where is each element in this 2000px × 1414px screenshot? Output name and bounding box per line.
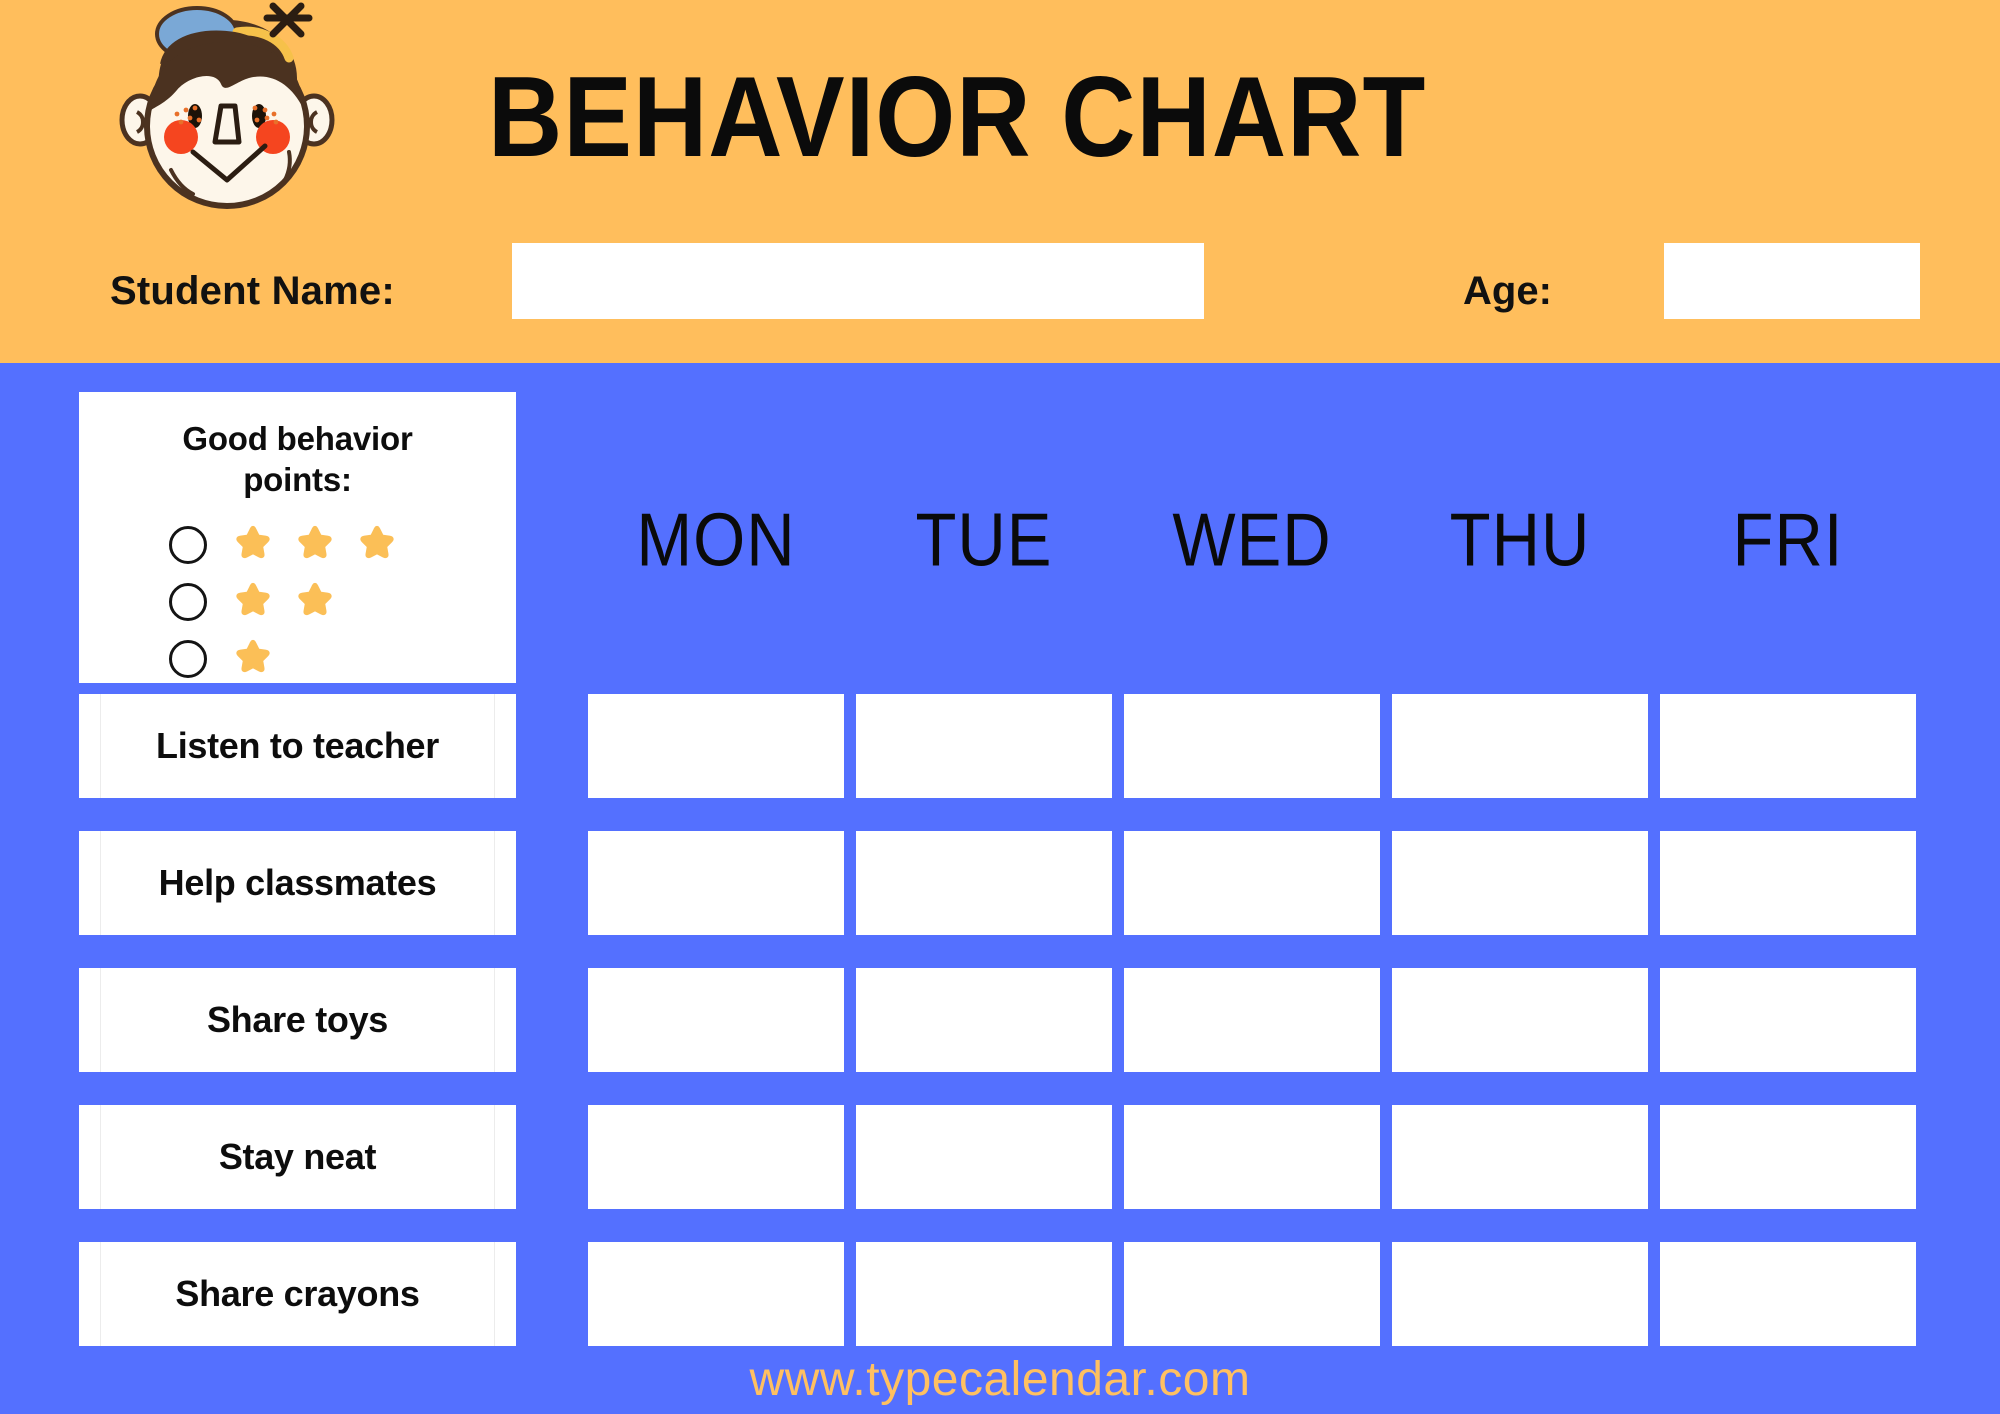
grid-cell-share-crayons-tue[interactable] <box>856 1242 1112 1346</box>
row-label-help-classmates: Help classmates <box>79 831 516 935</box>
row-label-text: Share toys <box>206 999 389 1040</box>
good-behavior-points-legend: Good behavior points: <box>79 392 516 683</box>
grid-cell-help-classmates-tue[interactable] <box>856 831 1112 935</box>
day-header-tue: TUE <box>915 498 1053 583</box>
grid-cell-share-crayons-thu[interactable] <box>1392 1242 1648 1346</box>
grid-cell-share-toys-wed[interactable] <box>1124 968 1380 1072</box>
day-header-wed: WED <box>1172 498 1332 583</box>
legend-stars-group <box>231 637 293 681</box>
legend-row-3-stars <box>169 516 516 573</box>
grid-cell-help-classmates-thu[interactable] <box>1392 831 1648 935</box>
day-header-thu: THU <box>1449 498 1591 583</box>
grid-cell-listen-to-teacher-fri[interactable] <box>1660 694 1916 798</box>
row-label-text: Stay neat <box>218 1136 377 1177</box>
footer-url[interactable]: www.typecalendar.com <box>0 1352 2000 1407</box>
student-name-label: Student Name: <box>110 269 395 313</box>
row-label-share-crayons: Share crayons <box>79 1242 516 1346</box>
circle-checkbox[interactable] <box>169 525 207 564</box>
legend-rows <box>79 516 516 687</box>
circle-checkbox[interactable] <box>169 639 207 678</box>
student-name-input[interactable] <box>512 243 1204 319</box>
day-header-fri: FRI <box>1732 498 1844 583</box>
grid-cell-share-crayons-fri[interactable] <box>1660 1242 1916 1346</box>
star-icon <box>236 525 270 558</box>
row-label-text: Help classmates <box>158 862 437 903</box>
row-label-text: Listen to teacher <box>156 725 439 766</box>
grid-cell-help-classmates-fri[interactable] <box>1660 831 1916 935</box>
grid-cell-share-toys-thu[interactable] <box>1392 968 1648 1072</box>
legend-row-2-stars <box>169 573 516 630</box>
grid-cell-stay-neat-wed[interactable] <box>1124 1105 1380 1209</box>
grid-cell-share-crayons-mon[interactable] <box>588 1242 844 1346</box>
grid-cell-listen-to-teacher-wed[interactable] <box>1124 694 1380 798</box>
grid-cell-help-classmates-mon[interactable] <box>588 831 844 935</box>
circle-checkbox[interactable] <box>169 582 207 621</box>
star-icon <box>298 582 332 615</box>
star-icon <box>298 525 332 558</box>
behavior-chart-page: BEHAVIOR CHART Student Name: Age: Good b… <box>0 0 2000 1414</box>
row-label-listen-to-teacher: Listen to teacher <box>79 694 516 798</box>
row-label-share-toys: Share toys <box>79 968 516 1072</box>
grid-cell-stay-neat-mon[interactable] <box>588 1105 844 1209</box>
grid-cell-share-crayons-wed[interactable] <box>1124 1242 1380 1346</box>
grid-cell-stay-neat-fri[interactable] <box>1660 1105 1916 1209</box>
grid-cell-share-toys-mon[interactable] <box>588 968 844 1072</box>
grid-cell-listen-to-teacher-tue[interactable] <box>856 694 1112 798</box>
row-label-stay-neat: Stay neat <box>79 1105 516 1209</box>
grid-cell-stay-neat-tue[interactable] <box>856 1105 1112 1209</box>
star-icon <box>236 639 270 672</box>
legend-title-line2: points: <box>243 461 352 498</box>
grid-cell-help-classmates-wed[interactable] <box>1124 831 1380 935</box>
page-title: BEHAVIOR CHART <box>488 52 1427 181</box>
legend-title: Good behavior points: <box>79 418 516 500</box>
grid-cell-share-toys-tue[interactable] <box>856 968 1112 1072</box>
age-input[interactable] <box>1664 243 1920 319</box>
page-header: BEHAVIOR CHART Student Name: Age: <box>0 0 2000 363</box>
day-header-mon: MON <box>636 498 796 583</box>
legend-row-1-star <box>169 630 516 687</box>
legend-stars-group <box>231 523 417 567</box>
grid-cell-share-toys-fri[interactable] <box>1660 968 1916 1072</box>
grid-cell-stay-neat-thu[interactable] <box>1392 1105 1648 1209</box>
legend-title-line1: Good behavior <box>182 420 413 457</box>
star-icon <box>236 582 270 615</box>
grid-cell-listen-to-teacher-mon[interactable] <box>588 694 844 798</box>
row-label-text: Share crayons <box>175 1273 420 1314</box>
age-label: Age: <box>1463 269 1552 313</box>
grid-cell-listen-to-teacher-thu[interactable] <box>1392 694 1648 798</box>
child-face-icon <box>119 2 335 209</box>
legend-stars-group <box>231 580 355 624</box>
star-icon <box>360 525 394 558</box>
